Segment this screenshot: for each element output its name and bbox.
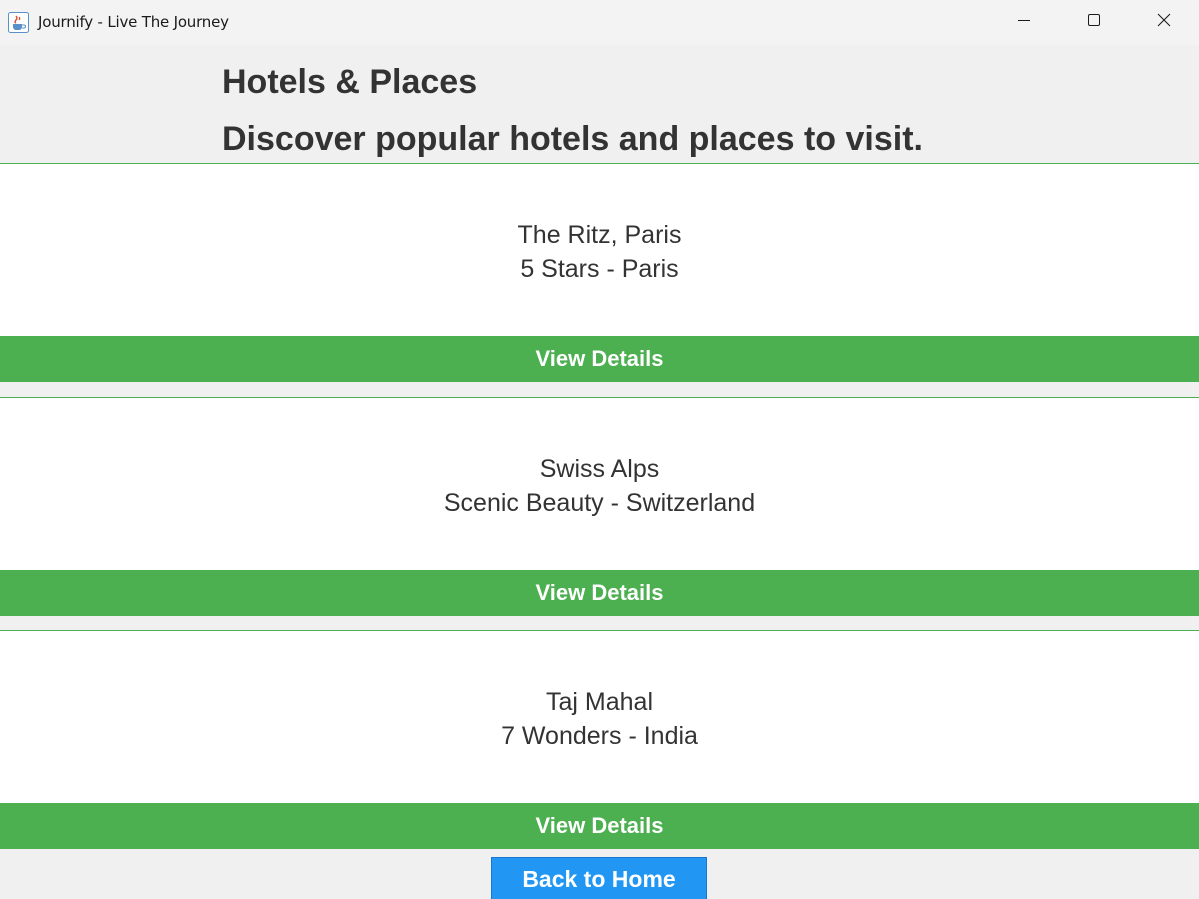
card-text: The Ritz, Paris 5 Stars - Paris: [0, 218, 1199, 286]
title-bar: Journify - Live The Journey: [0, 0, 1199, 45]
card-title: Swiss Alps: [539, 455, 660, 483]
maximize-button[interactable]: [1059, 0, 1129, 45]
minimize-button[interactable]: [989, 0, 1059, 45]
card-text: Swiss Alps Scenic Beauty - Switzerland: [0, 452, 1199, 520]
card-detail: 7 Wonders - India: [501, 722, 698, 750]
card-title: The Ritz, Paris: [517, 221, 682, 249]
close-button[interactable]: [1129, 0, 1199, 45]
card-detail: 5 Stars - Paris: [520, 255, 679, 283]
java-coffee-icon: [8, 12, 29, 33]
place-card-swiss-alps: Swiss Alps Scenic Beauty - Switzerland V…: [0, 397, 1199, 616]
card-title: Taj Mahal: [546, 688, 653, 716]
view-details-button[interactable]: View Details: [0, 570, 1199, 616]
page-title: Hotels & Places: [222, 63, 478, 101]
card-text: Taj Mahal 7 Wonders - India: [0, 685, 1199, 753]
maximize-icon: [1087, 13, 1101, 32]
page-subtitle: Discover popular hotels and places to vi…: [222, 120, 923, 158]
close-icon: [1157, 13, 1171, 32]
back-to-home-button[interactable]: Back to Home: [491, 857, 707, 899]
place-card-ritz: The Ritz, Paris 5 Stars - Paris View Det…: [0, 163, 1199, 382]
view-details-button[interactable]: View Details: [0, 336, 1199, 382]
page-header: Hotels & Places Discover popular hotels …: [0, 45, 1199, 163]
window-title: Journify - Live The Journey: [38, 13, 229, 31]
card-detail: Scenic Beauty - Switzerland: [443, 489, 756, 517]
view-details-button[interactable]: View Details: [0, 803, 1199, 849]
place-card-taj-mahal: Taj Mahal 7 Wonders - India View Details: [0, 630, 1199, 849]
app-window: Journify - Live The Journey Hotels & Pla…: [0, 0, 1199, 899]
minimize-icon: [1017, 13, 1031, 32]
